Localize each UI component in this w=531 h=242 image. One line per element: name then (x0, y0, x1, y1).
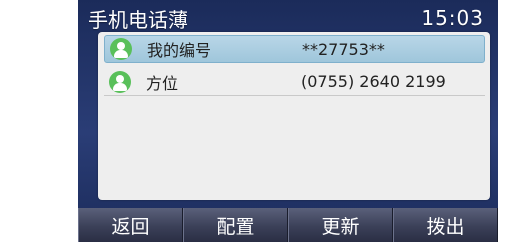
softkey-bar: 返回 配置 更新 拨出 (78, 208, 498, 242)
contact-row-my-number[interactable]: 我的编号 **27753** (104, 35, 485, 63)
config-softkey[interactable]: 配置 (183, 208, 288, 242)
contact-number: (0755) 2640 2199 (301, 72, 446, 91)
contact-avatar-icon (110, 38, 132, 60)
screen-title: 手机电话薄 (88, 7, 188, 32)
contact-row-fangwei[interactable]: 方位 (0755) 2640 2199 (104, 68, 485, 96)
update-softkey[interactable]: 更新 (288, 208, 393, 242)
status-bar: 手机电话薄 15:03 (78, 0, 498, 36)
dial-softkey[interactable]: 拨出 (393, 208, 498, 242)
contact-name: 方位 (146, 73, 179, 93)
contact-name: 我的编号 (147, 41, 212, 60)
clock: 15:03 (421, 6, 484, 30)
contact-number: **27753** (302, 39, 385, 59)
contact-list: 我的编号 **27753** 方位 (0755) 2640 2199 (98, 32, 490, 200)
back-softkey[interactable]: 返回 (78, 208, 183, 242)
contact-avatar-icon (109, 70, 131, 93)
phone-screen: 手机电话薄 15:03 我的编号 **27753** 方位 (0755) 264… (78, 0, 498, 242)
